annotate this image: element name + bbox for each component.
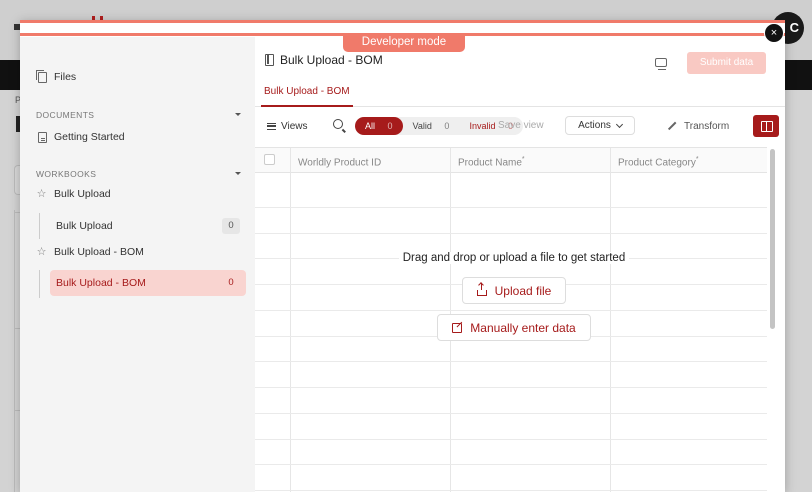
upload-icon [476, 283, 487, 296]
empty-state-message: Drag and drop or upload a file to get st… [255, 252, 773, 264]
column-header[interactable]: Worldly Product ID [291, 148, 381, 173]
required-marker: * [695, 156, 699, 163]
sidebar-item-label: Bulk Upload [54, 188, 111, 200]
grid-row-divider [255, 439, 767, 440]
page-title-text: Bulk Upload - BOM [280, 53, 383, 67]
grid-row-divider [255, 464, 767, 465]
files-icon [36, 69, 47, 83]
page-title: Bulk Upload - BOM [265, 53, 383, 67]
toggle-side-panel-button[interactable] [753, 115, 779, 137]
record-count-badge: 0 [222, 218, 240, 234]
column-header-label: Product Name [458, 157, 522, 169]
documents-section-header[interactable]: DOCUMENTS [36, 110, 241, 120]
select-column [255, 148, 291, 492]
list-icon [267, 122, 276, 130]
empty-state-text: Drag and drop or upload a file to get st… [398, 252, 630, 264]
column-header[interactable]: Product Category* [611, 148, 699, 173]
submit-data-button[interactable]: Submit data [687, 52, 766, 74]
sidebar-item-label: Getting Started [54, 131, 125, 143]
column-worldly-product-id: Worldly Product ID [291, 148, 451, 492]
upload-file-button[interactable]: Upload file [462, 277, 566, 304]
filter-all[interactable]: All 0 [355, 117, 403, 135]
section-heading: DOCUMENTS [36, 110, 95, 120]
sidebar-item-label: Bulk Upload - BOM [54, 246, 144, 258]
close-icon: × [770, 27, 778, 39]
manual-label: Manually enter data [470, 320, 576, 335]
sidebar-item-sheet-bulk-upload-bom[interactable]: Bulk Upload - BOM 0 [50, 270, 246, 296]
search-icon[interactable] [333, 119, 343, 129]
views-button[interactable]: Views [261, 116, 314, 136]
filter-valid-label: Valid [412, 121, 432, 131]
actions-dropdown[interactable]: Actions [565, 116, 635, 135]
close-modal-button[interactable]: × [764, 23, 784, 43]
column-product-category: Product Category* [611, 148, 767, 492]
workbook-modal: Developer mode Files DOCUMENTS Getting S… [20, 20, 785, 492]
transform-button[interactable]: Transform [667, 116, 729, 136]
developer-mode-badge: Developer mode [343, 33, 465, 52]
section-heading: WORKBOOKS [36, 169, 97, 179]
magic-wand-icon [667, 121, 677, 131]
filter-all-count: 0 [387, 121, 393, 131]
sidebar-item-workbook-bulk-upload[interactable]: ☆ Bulk Upload [36, 188, 111, 200]
sidebar-item-getting-started[interactable]: Getting Started [38, 131, 125, 143]
grid-row-divider [255, 387, 767, 388]
filter-valid-count: 0 [444, 121, 450, 131]
background-divider [14, 210, 15, 492]
grid-row-divider [255, 361, 767, 362]
pin-icon: ☆ [36, 187, 47, 200]
tree-guide [39, 270, 40, 298]
sidebar-item-files[interactable]: Files [36, 69, 77, 83]
column-header-label: Product Category [618, 157, 696, 169]
grid-row-divider [255, 310, 767, 311]
record-count-badge: 0 [222, 275, 240, 291]
select-all-checkbox[interactable] [264, 154, 275, 165]
filter-all-label: All [365, 121, 376, 131]
grid-row-divider [255, 233, 767, 234]
workbook-icon [265, 54, 274, 66]
grid-scrollbar[interactable] [770, 149, 775, 329]
sidebar: Files DOCUMENTS Getting Started WORKBOOK… [20, 37, 255, 492]
upload-label: Upload file [494, 283, 552, 298]
sidebar-item-label: Files [54, 71, 77, 83]
sidebar-item-label: Bulk Upload - BOM [56, 277, 146, 289]
save-view-button[interactable]: Save view [491, 116, 551, 136]
caret-down-icon [235, 172, 241, 175]
transform-label: Transform [684, 120, 730, 132]
tree-guide [39, 213, 40, 239]
grid-row-divider [255, 490, 767, 491]
column-header[interactable]: Product Name* [451, 148, 525, 173]
views-label: Views [281, 120, 308, 132]
required-marker: * [521, 156, 525, 163]
document-icon [38, 131, 47, 143]
grid-row-divider [255, 413, 767, 414]
sidebar-item-workbook-bulk-upload-bom[interactable]: ☆ Bulk Upload - BOM [36, 246, 144, 258]
column-header-label: Worldly Product ID [298, 157, 382, 169]
sheet-panel: Bulk Upload - BOM Submit data Bulk Uploa… [255, 37, 785, 492]
caret-down-icon [235, 113, 241, 116]
convert-icon[interactable] [655, 58, 667, 70]
filter-valid[interactable]: Valid 0 [403, 117, 460, 135]
sidebar-item-label: Bulk Upload [56, 220, 113, 232]
chevron-down-icon [615, 120, 623, 128]
actions-label: Actions [578, 120, 611, 131]
tab-bulk-upload-bom[interactable]: Bulk Upload - BOM [261, 81, 353, 107]
sidebar-item-sheet-bulk-upload[interactable]: Bulk Upload 0 [50, 213, 246, 239]
edit-icon [452, 322, 463, 333]
manually-enter-data-button[interactable]: Manually enter data [437, 314, 591, 341]
avatar-initial: C [789, 20, 799, 35]
workbooks-section-header[interactable]: WORKBOOKS [36, 169, 241, 179]
sheet-tabs: Bulk Upload - BOM [255, 81, 785, 107]
grid-row-divider [255, 207, 767, 208]
pin-icon: ☆ [36, 245, 47, 258]
sheet-toolbar: Views All 0 Valid 0 Invalid 0 Save view … [255, 108, 785, 144]
